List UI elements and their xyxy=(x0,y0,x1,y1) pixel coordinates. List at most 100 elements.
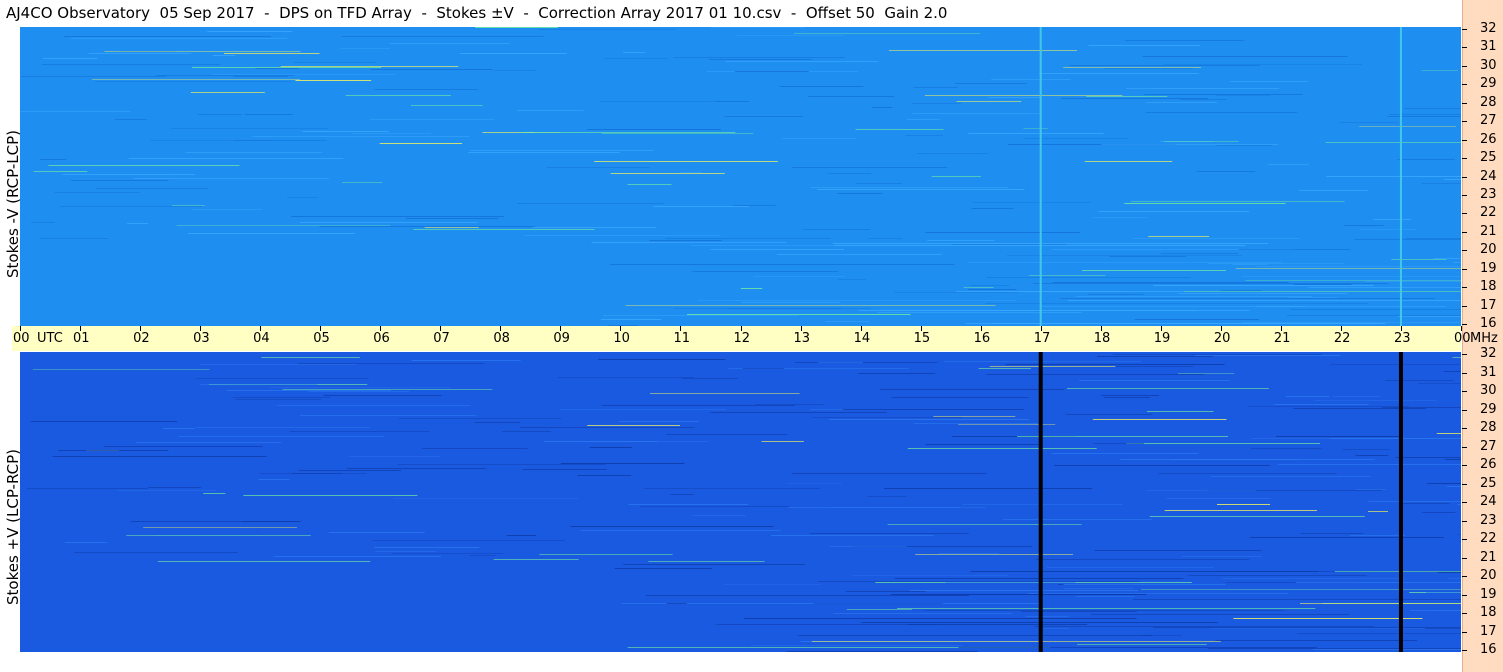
y-tick-mark xyxy=(1462,483,1467,485)
y-tick-mark xyxy=(1462,250,1467,252)
bottom-y-tick-label: 24 xyxy=(1480,494,1497,509)
y-tick-mark xyxy=(1462,391,1467,392)
y-tick-mark xyxy=(1462,29,1467,30)
x-tick-label: 03 xyxy=(193,331,210,346)
y-tick-mark xyxy=(1462,409,1467,411)
x-tick-label: 01 xyxy=(73,331,90,346)
y-tick-mark xyxy=(1462,465,1467,466)
top-y-tick-label: 29 xyxy=(1480,76,1497,92)
y-tick-mark xyxy=(1462,520,1467,522)
top-y-tick-label: 22 xyxy=(1480,205,1497,221)
y-tick-mark xyxy=(1462,446,1467,448)
x-tick-label: 13 xyxy=(793,331,811,346)
x-tick-label: 16 xyxy=(973,331,991,346)
page-title: AJ4CO Observatory 05 Sep 2017 - DPS on T… xyxy=(6,4,948,22)
x-tick-label: 14 xyxy=(853,331,871,346)
bottom-y-tick-label: 22 xyxy=(1480,531,1497,546)
top-y-tick-label: 30 xyxy=(1480,57,1497,73)
x-tick-label: 20 xyxy=(1213,331,1231,346)
y-tick-mark xyxy=(1462,557,1467,559)
x-tick-label: 04 xyxy=(253,331,270,346)
top-y-tick-label: 21 xyxy=(1480,223,1497,239)
y-tick-mark xyxy=(1462,84,1467,86)
y-tick-mark xyxy=(1462,354,1467,355)
top-y-tick-label: 19 xyxy=(1480,260,1497,276)
top-spectrogram xyxy=(20,27,1461,326)
top-y-tick-label: 28 xyxy=(1480,94,1497,110)
bottom-y-tick-label: 21 xyxy=(1480,549,1497,565)
x-tick-label: 23 xyxy=(1393,331,1411,346)
bottom-y-tick-label: 17 xyxy=(1480,623,1497,639)
bottom-panel-marker-line-0 xyxy=(1038,352,1043,652)
bottom-y-tick-label: 25 xyxy=(1480,475,1497,491)
top-y-tick-label: 32 xyxy=(1480,21,1497,36)
x-tick-label: 00 xyxy=(13,331,30,346)
bottom-y-tick-label: 32 xyxy=(1480,346,1497,361)
x-tick-label: 09 xyxy=(553,331,570,346)
y-tick-mark xyxy=(1462,213,1467,215)
y-tick-mark xyxy=(1462,305,1467,307)
bottom-y-tick-label: 26 xyxy=(1480,457,1497,472)
y-tick-mark xyxy=(1462,65,1467,67)
y-tick-mark xyxy=(1462,231,1467,233)
x-tick-label: 07 xyxy=(433,331,450,346)
bottom-spectrogram xyxy=(20,352,1461,652)
bottom-y-tick-label: 23 xyxy=(1480,512,1497,528)
y-tick-mark xyxy=(1462,268,1467,270)
top-panel-marker-line-1 xyxy=(1399,27,1402,326)
y-tick-mark xyxy=(1462,539,1467,540)
y-tick-mark xyxy=(1462,121,1467,123)
y-tick-mark xyxy=(1462,47,1467,49)
top-y-tick-label: 27 xyxy=(1480,113,1497,129)
x-tick-label: 00 xyxy=(1454,331,1471,346)
top-panel-marker-line-0 xyxy=(1039,27,1042,326)
mhz-unit-label: MHz xyxy=(1470,331,1498,346)
top-y-tick-label: 23 xyxy=(1480,186,1497,202)
y-tick-mark xyxy=(1462,158,1467,160)
x-tick-label: 08 xyxy=(493,331,510,346)
x-tick-label: 15 xyxy=(913,331,931,346)
x-tick-label: 11 xyxy=(673,331,690,346)
utc-unit-label: UTC xyxy=(37,331,63,346)
bottom-y-tick-label: 19 xyxy=(1480,586,1497,602)
top-y-tick-label: 20 xyxy=(1480,242,1497,258)
bottom-y-tick-label: 20 xyxy=(1480,568,1497,583)
y-tick-mark xyxy=(1462,594,1467,596)
y-tick-mark xyxy=(1462,428,1467,429)
x-tick-label: 12 xyxy=(733,331,751,346)
y-tick-mark xyxy=(1462,194,1467,196)
top-y-tick-label: 18 xyxy=(1480,279,1497,295)
bottom-y-tick-label: 29 xyxy=(1480,401,1497,417)
bottom-y-tick-label: 27 xyxy=(1480,438,1497,454)
top-y-tick-label: 17 xyxy=(1480,297,1497,313)
y-tick-mark xyxy=(1462,102,1467,104)
bottom-y-tick-label: 28 xyxy=(1480,420,1497,435)
x-tick-label: 06 xyxy=(373,331,390,346)
y-tick-mark xyxy=(1462,139,1467,141)
top-y-tick-label: 24 xyxy=(1480,168,1497,184)
x-tick-label: 17 xyxy=(1033,331,1051,346)
y-tick-mark xyxy=(1462,176,1467,178)
x-tick-label: 10 xyxy=(613,331,630,346)
top-y-tick-label: 26 xyxy=(1480,131,1497,147)
bottom-y-tick-label: 16 xyxy=(1480,642,1497,657)
y-tick-mark xyxy=(1462,324,1467,325)
x-tick-label: 22 xyxy=(1333,331,1351,346)
x-tick-label: 18 xyxy=(1093,331,1111,346)
x-tick-label: 19 xyxy=(1153,331,1171,346)
y-tick-mark xyxy=(1462,631,1467,633)
bottom-panel-marker-line-1 xyxy=(1398,352,1403,652)
y-tick-mark xyxy=(1462,287,1467,289)
y-tick-mark xyxy=(1462,613,1467,614)
top-y-tick-label: 31 xyxy=(1480,39,1497,55)
y-tick-mark xyxy=(1462,650,1467,651)
y-tick-mark xyxy=(1462,576,1467,577)
x-tick-label: 05 xyxy=(313,331,330,346)
top-y-tick-label: 25 xyxy=(1480,150,1497,166)
bottom-y-tick-label: 18 xyxy=(1480,605,1497,620)
top-y-tick-label: 16 xyxy=(1480,316,1497,331)
x-tick-label: 21 xyxy=(1273,331,1291,346)
y-tick-mark xyxy=(1462,372,1467,374)
bottom-y-tick-label: 31 xyxy=(1480,364,1497,380)
y-tick-mark xyxy=(1462,502,1467,503)
